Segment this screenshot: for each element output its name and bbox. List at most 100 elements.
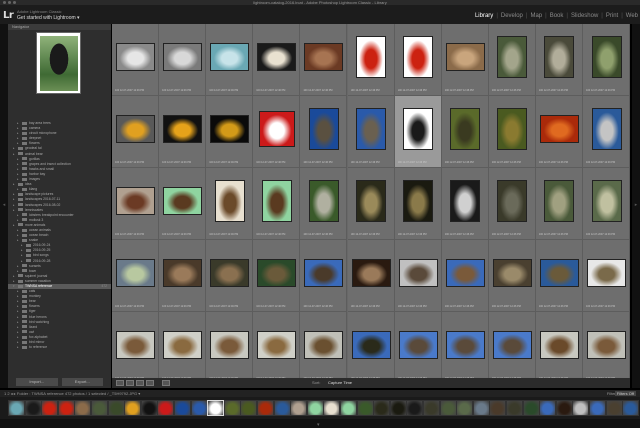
photo-thumbnail[interactable] bbox=[351, 259, 391, 287]
photo-thumbnail[interactable] bbox=[591, 108, 622, 150]
sort-dropdown[interactable]: Capture Time bbox=[328, 379, 352, 387]
filmstrip-toggle[interactable]: ▾ bbox=[0, 419, 640, 428]
filmstrip-thumbnail[interactable] bbox=[157, 400, 175, 416]
grid-cell[interactable]: 100 12-07-2007 12:46 PM bbox=[535, 168, 583, 240]
filmstrip-source[interactable]: 1 2 ◂ ▸ Folder : TWNSA reference 472 pho… bbox=[4, 390, 140, 397]
filmstrip-thumbnail[interactable] bbox=[273, 400, 291, 416]
folder-item[interactable]: ▸ to reference bbox=[8, 345, 111, 350]
grid-cell[interactable]: 100 12-07-2007 12:46 PM bbox=[488, 96, 536, 168]
photo-thumbnail[interactable] bbox=[257, 43, 297, 71]
photo-thumbnail[interactable] bbox=[116, 331, 156, 359]
filmstrip-thumbnail[interactable] bbox=[406, 400, 424, 416]
grid-cell[interactable]: 100 12-07-2007 12:46 PM bbox=[488, 240, 536, 312]
grid-cell[interactable]: 100 12-07-2007 12:46 PM bbox=[583, 168, 630, 240]
photo-thumbnail[interactable] bbox=[539, 331, 579, 359]
grid-cell[interactable]: 100 12-07-2007 12:46 PM bbox=[112, 240, 160, 312]
library-grid[interactable]: 100 12-07-2007 12:46 PM 100 12-07-2007 12… bbox=[112, 24, 630, 378]
grid-cell[interactable]: 100 12-07-2007 12:46 PM bbox=[253, 168, 301, 240]
photo-thumbnail[interactable] bbox=[116, 187, 156, 215]
photo-thumbnail[interactable] bbox=[356, 36, 387, 78]
photo-thumbnail[interactable] bbox=[539, 259, 579, 287]
photo-thumbnail[interactable] bbox=[210, 115, 250, 143]
photo-thumbnail[interactable] bbox=[445, 43, 485, 71]
photo-thumbnail[interactable] bbox=[403, 180, 434, 222]
photo-thumbnail[interactable] bbox=[450, 180, 481, 222]
photo-thumbnail[interactable] bbox=[163, 115, 203, 143]
photo-thumbnail[interactable] bbox=[398, 259, 438, 287]
grid-cell[interactable]: 100 12-07-2007 12:46 PM bbox=[206, 240, 254, 312]
photo-thumbnail[interactable] bbox=[163, 259, 203, 287]
grid-cell[interactable]: 100 12-07-2007 12:46 PM bbox=[206, 168, 254, 240]
photo-thumbnail[interactable] bbox=[450, 108, 481, 150]
grid-cell[interactable]: 100 12-07-2007 12:46 PM bbox=[253, 96, 301, 168]
photo-thumbnail[interactable] bbox=[445, 331, 485, 359]
painter-icon[interactable] bbox=[162, 380, 170, 386]
filmstrip-thumbnail[interactable] bbox=[290, 400, 308, 416]
module-library[interactable]: Library bbox=[475, 12, 493, 20]
grid-cell[interactable]: 100 12-07-2007 12:46 PM bbox=[394, 24, 442, 96]
photo-thumbnail[interactable] bbox=[587, 259, 627, 287]
filmstrip-thumbnail[interactable] bbox=[555, 400, 573, 416]
grid-cell[interactable]: 100 12-07-2007 12:46 PM bbox=[253, 312, 301, 378]
grid-cell[interactable]: 100 12-07-2007 12:46 PM bbox=[112, 168, 160, 240]
photo-thumbnail[interactable] bbox=[587, 331, 627, 359]
photo-thumbnail[interactable] bbox=[210, 43, 250, 71]
grid-cell[interactable]: 100 12-07-2007 12:46 PM bbox=[441, 24, 489, 96]
grid-cell[interactable]: 100 12-07-2007 12:46 PM bbox=[488, 312, 536, 378]
grid-cell[interactable]: 100 12-07-2007 12:46 PM bbox=[253, 240, 301, 312]
grid-cell[interactable]: 100 12-07-2007 12:46 PM bbox=[583, 24, 630, 96]
filmstrip-thumbnail[interactable] bbox=[522, 400, 540, 416]
photo-thumbnail[interactable] bbox=[492, 259, 532, 287]
navigator-preview[interactable] bbox=[36, 32, 81, 94]
photo-thumbnail[interactable] bbox=[163, 331, 203, 359]
photo-thumbnail[interactable] bbox=[163, 43, 203, 71]
filmstrip-thumbnail[interactable] bbox=[8, 400, 25, 416]
module-map[interactable]: Map bbox=[530, 12, 542, 20]
grid-cell[interactable]: 100 12-07-2007 12:46 PM bbox=[112, 312, 160, 378]
left-panel-toggle[interactable]: ◂ bbox=[0, 24, 8, 388]
filmstrip-thumbnail[interactable] bbox=[489, 400, 507, 416]
grid-cell[interactable]: 100 12-07-2007 12:46 PM bbox=[347, 168, 395, 240]
grid-cell[interactable]: 100 12-07-2007 12:46 PM bbox=[159, 312, 207, 378]
grid-cell[interactable]: 100 12-07-2007 12:46 PM bbox=[347, 240, 395, 312]
filmstrip-thumbnail[interactable] bbox=[323, 400, 341, 416]
grid-cell[interactable]: 100 12-07-2007 12:46 PM bbox=[394, 168, 442, 240]
import-button[interactable]: Import... bbox=[16, 378, 58, 386]
filmstrip-thumbnail[interactable] bbox=[91, 400, 108, 416]
grid-cell[interactable]: 100 12-07-2007 12:46 PM bbox=[159, 96, 207, 168]
grid-cell[interactable]: 100 12-07-2007 12:46 PM bbox=[300, 312, 348, 378]
filmstrip-thumbnail[interactable] bbox=[423, 400, 440, 416]
filmstrip-thumbnail[interactable] bbox=[506, 400, 523, 416]
module-develop[interactable]: Develop bbox=[501, 12, 523, 20]
filmstrip-thumbnail[interactable] bbox=[389, 400, 407, 416]
photo-thumbnail[interactable] bbox=[257, 331, 297, 359]
photo-thumbnail[interactable] bbox=[539, 115, 579, 143]
photo-thumbnail[interactable] bbox=[492, 331, 532, 359]
photo-thumbnail[interactable] bbox=[163, 187, 203, 215]
filmstrip-thumbnail[interactable] bbox=[140, 400, 158, 416]
grid-cell[interactable]: 100 12-07-2007 12:46 PM bbox=[394, 312, 442, 378]
grid-cell[interactable]: 100 12-07-2007 12:46 PM bbox=[441, 96, 489, 168]
filmstrip-thumbnail[interactable] bbox=[439, 400, 457, 416]
grid-cell[interactable]: 100 12-07-2007 12:46 PM bbox=[441, 240, 489, 312]
grid-cell[interactable]: 100 12-07-2007 12:46 PM bbox=[347, 24, 395, 96]
photo-thumbnail[interactable] bbox=[116, 115, 156, 143]
grid-cell[interactable]: 100 12-07-2007 12:46 PM bbox=[441, 312, 489, 378]
filmstrip-thumbnail[interactable] bbox=[107, 400, 125, 416]
compare-view-button[interactable] bbox=[136, 380, 144, 386]
grid-cell[interactable]: 100 12-07-2007 12:46 PM bbox=[206, 96, 254, 168]
filmstrip-thumbnail[interactable] bbox=[605, 400, 623, 416]
export-button[interactable]: Export... bbox=[61, 378, 103, 386]
filmstrip-thumbnail[interactable] bbox=[24, 400, 42, 416]
photo-thumbnail[interactable] bbox=[261, 180, 292, 222]
photo-thumbnail[interactable] bbox=[544, 180, 575, 222]
photo-thumbnail[interactable] bbox=[351, 331, 391, 359]
filmstrip-thumbnail[interactable] bbox=[622, 400, 640, 416]
grid-cell[interactable]: 100 12-07-2007 12:46 PM bbox=[300, 96, 348, 168]
grid-cell[interactable]: 100 12-07-2007 12:46 PM bbox=[253, 24, 301, 96]
grid-cell[interactable]: 100 12-07-2007 12:46 PM bbox=[347, 312, 395, 378]
filmstrip-thumbnail[interactable] bbox=[240, 400, 258, 416]
grid-view-button[interactable] bbox=[116, 380, 124, 386]
photo-thumbnail[interactable] bbox=[304, 43, 344, 71]
identity-link[interactable]: Get started with Lightroom ▾ bbox=[17, 15, 80, 21]
